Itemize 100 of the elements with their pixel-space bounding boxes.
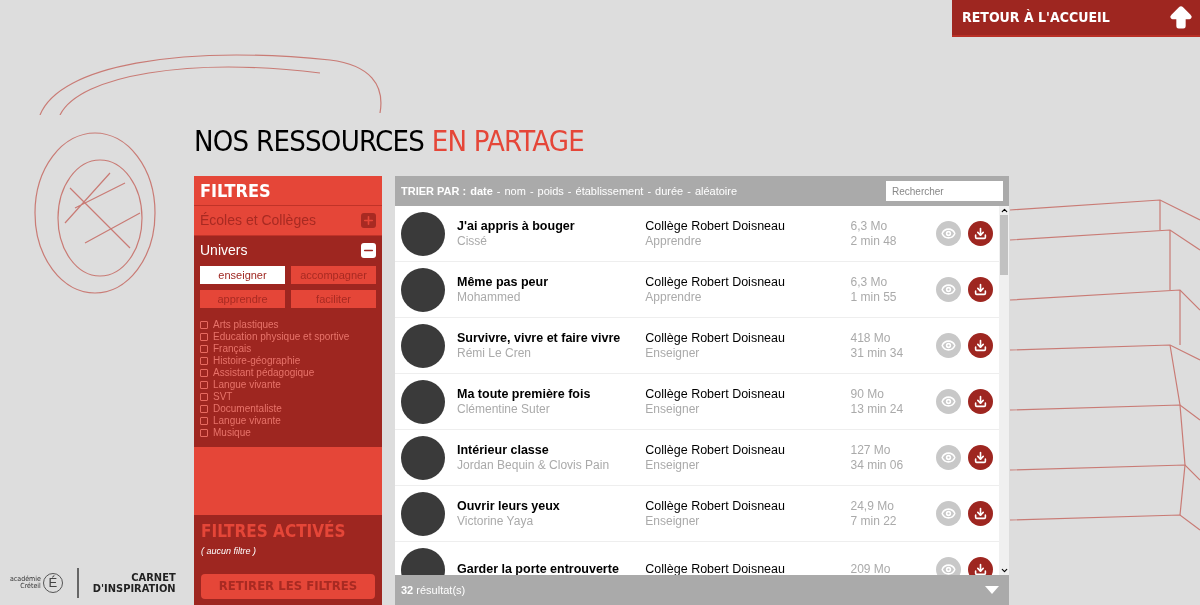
duration: 1 min 55 xyxy=(850,289,898,305)
sort-option[interactable]: date xyxy=(470,182,493,200)
file-size: 209 Mo xyxy=(850,562,892,575)
avatar-placeholder xyxy=(401,379,445,424)
school-name: Collège Robert Doisneau xyxy=(645,386,786,402)
sort-option[interactable]: durée xyxy=(655,182,684,200)
duration: 31 min 34 xyxy=(850,345,905,361)
no-filter-text: ( aucun filtre ) xyxy=(201,545,258,558)
checkbox[interactable] xyxy=(200,369,208,377)
sort-option[interactable]: aléatoire xyxy=(694,182,738,200)
checkbox[interactable] xyxy=(200,381,208,389)
preview-button[interactable] xyxy=(936,221,962,246)
resource-author: Cissé xyxy=(457,233,488,249)
eye-icon xyxy=(941,282,957,297)
expand-icon[interactable] xyxy=(361,213,376,228)
download-button[interactable] xyxy=(968,557,993,575)
file-size: 6,3 Mo xyxy=(850,218,889,234)
sort-separator: - xyxy=(529,183,534,199)
checkbox[interactable] xyxy=(200,405,208,413)
filter-tag[interactable]: accompagner xyxy=(291,266,376,284)
checkbox[interactable] xyxy=(200,321,208,329)
download-button[interactable] xyxy=(968,389,993,414)
checkbox[interactable] xyxy=(200,393,208,401)
resource-category: Enseigner xyxy=(645,401,701,417)
preview-button[interactable] xyxy=(936,333,962,358)
download-icon xyxy=(974,395,988,408)
preview-button[interactable] xyxy=(936,277,962,302)
subject-label[interactable]: Musique xyxy=(213,428,251,438)
dropdown-triangle-icon[interactable] xyxy=(985,586,999,594)
subject-label[interactable]: Documentaliste xyxy=(213,404,282,414)
checkbox[interactable] xyxy=(200,333,208,341)
duration: 13 min 24 xyxy=(850,401,905,417)
results-count: 32 résultat(s) xyxy=(401,582,466,598)
subject-label[interactable]: Français xyxy=(213,344,252,354)
subject-label[interactable]: Assistant pédagogique xyxy=(213,368,315,378)
resource-title[interactable]: Ouvrir leurs yeux xyxy=(457,498,646,514)
file-size: 24,9 Mo xyxy=(850,498,895,514)
download-button[interactable] xyxy=(968,501,993,526)
download-icon xyxy=(974,283,988,296)
download-button[interactable] xyxy=(968,445,993,470)
subject-label[interactable]: Arts plastiques xyxy=(213,320,279,330)
school-name: Collège Robert Doisneau xyxy=(645,498,786,514)
subject-label[interactable]: Histoire-géographie xyxy=(213,356,301,366)
up-arrow-icon xyxy=(1167,3,1195,32)
resource-title[interactable]: Ma toute première fois xyxy=(457,386,646,402)
subject-label[interactable]: Education physique et sportive xyxy=(213,332,350,342)
duration: 34 min 06 xyxy=(850,457,905,473)
download-button[interactable] xyxy=(968,277,993,302)
preview-button[interactable] xyxy=(936,557,962,575)
file-size: 418 Mo xyxy=(850,330,892,346)
sort-separator: - xyxy=(567,183,572,199)
eye-icon xyxy=(941,394,957,409)
checkbox[interactable] xyxy=(200,417,208,425)
checkbox[interactable] xyxy=(200,357,208,365)
resource-title[interactable]: Intérieur classe xyxy=(457,442,646,458)
sort-option[interactable]: nom xyxy=(504,182,526,200)
collapse-icon[interactable] xyxy=(361,243,376,258)
avatar-placeholder xyxy=(401,323,445,368)
resource-author: Victorine Yaya xyxy=(457,513,535,529)
preview-button[interactable] xyxy=(936,501,962,526)
sort-separator: - xyxy=(496,183,501,199)
clear-filters-button[interactable]: RETIRER LES FILTRES xyxy=(201,573,375,599)
scroll-up-icon[interactable] xyxy=(999,206,1009,215)
scrollbar-thumb[interactable] xyxy=(1000,215,1008,275)
duration: 7 min 22 xyxy=(850,513,898,529)
scroll-down-icon[interactable] xyxy=(999,566,1009,575)
scrollbar[interactable] xyxy=(999,206,1009,575)
filter-section-title[interactable]: Univers xyxy=(200,240,248,261)
resource-title[interactable]: Garder la porte entrouverte xyxy=(457,562,646,575)
filter-tag[interactable]: faciliter xyxy=(291,290,376,308)
resource-title[interactable]: J'ai appris à bouger xyxy=(457,218,646,234)
sort-option[interactable]: poids xyxy=(537,182,564,200)
download-icon xyxy=(974,451,988,464)
checkbox[interactable] xyxy=(200,345,208,353)
checkbox[interactable] xyxy=(200,429,208,437)
filters-title: FILTRES xyxy=(200,179,271,203)
subject-label[interactable]: Langue vivante xyxy=(213,380,281,390)
resource-category: Enseigner xyxy=(645,513,701,529)
subject-label[interactable]: Langue vivante xyxy=(213,416,281,426)
eye-icon xyxy=(941,338,957,353)
preview-button[interactable] xyxy=(936,389,962,414)
home-button[interactable]: RETOUR À L'ACCUEIL xyxy=(952,0,1200,37)
download-button[interactable] xyxy=(968,221,993,246)
resource-title[interactable]: Survivre, vivre et faire vivre xyxy=(457,330,646,346)
file-size: 90 Mo xyxy=(850,386,885,402)
preview-button[interactable] xyxy=(936,445,962,470)
filter-tag[interactable]: apprendre xyxy=(200,290,285,308)
resource-category: Apprendre xyxy=(645,289,703,305)
download-icon xyxy=(974,227,988,240)
subject-label[interactable]: SVT xyxy=(213,392,233,402)
filter-tag[interactable]: enseigner xyxy=(200,266,285,284)
sort-option[interactable]: établissement xyxy=(575,182,644,200)
eye-icon xyxy=(941,506,957,521)
school-name: Collège Robert Doisneau xyxy=(645,218,786,234)
sort-separator: - xyxy=(647,183,652,199)
filter-section-title[interactable]: Écoles et Collèges xyxy=(200,210,316,231)
eye-icon xyxy=(941,226,957,241)
download-button[interactable] xyxy=(968,333,993,358)
search-field[interactable]: Rechercher xyxy=(886,181,1003,201)
resource-title[interactable]: Même pas peur xyxy=(457,274,646,290)
